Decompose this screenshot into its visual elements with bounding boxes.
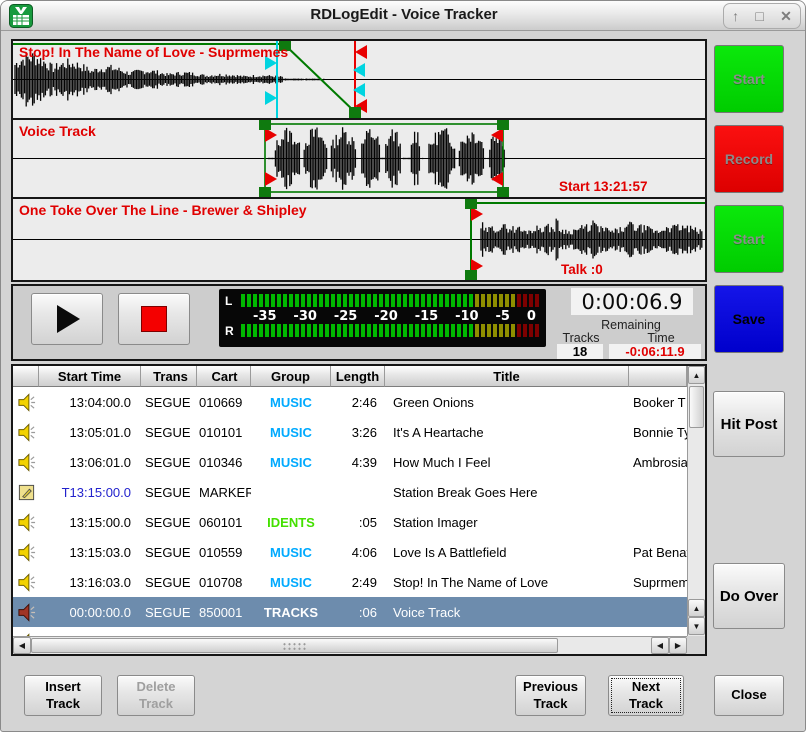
meter-right-segments	[241, 324, 541, 337]
start-handle-icon	[265, 172, 277, 186]
remaining-label: Remaining	[561, 318, 701, 332]
marker-note-icon	[17, 483, 36, 502]
audio-cart-icon	[17, 423, 36, 442]
col-start-time[interactable]: Start Time	[39, 366, 141, 387]
track-music-incoming[interactable]: One Toke Over The Line - Brewer & Shiple…	[13, 199, 705, 280]
time-remaining-value: -0:06:11.9	[609, 344, 701, 359]
maximize-icon[interactable]: □	[755, 9, 763, 23]
track-music-outgoing[interactable]: Stop! In The Name of Love - Suprmemes	[13, 41, 705, 118]
col-title[interactable]: Title	[385, 366, 629, 387]
scroll-left-icon[interactable]: ◀	[13, 637, 31, 654]
record-button[interactable]: Record	[714, 125, 784, 193]
audio-cart-icon	[17, 573, 36, 592]
col-group[interactable]: Group	[251, 366, 331, 387]
track-title: Stop! In The Name of Love - Suprmemes	[19, 44, 288, 60]
stop-button[interactable]	[118, 293, 190, 345]
horizontal-scroll-thumb[interactable]	[31, 638, 558, 653]
log-table-body: 13:04:00.0 SEGUE 010669 MUSIC 2:46 Green…	[13, 387, 687, 636]
thumb-grip	[282, 642, 308, 651]
transport-panel: L -35 -30 -25 -20 -15 -10 -5 0 R 0:00:06…	[11, 284, 707, 361]
scroll-right-icon[interactable]: ▶	[669, 637, 687, 654]
region-handle	[465, 199, 477, 209]
col-trans[interactable]: Trans	[141, 366, 197, 387]
meter-left-segments	[241, 294, 541, 307]
next-track-button[interactable]: Next Track	[608, 675, 684, 716]
start-button-1[interactable]: Start	[714, 45, 784, 113]
scrollbar-corner	[687, 636, 705, 654]
region-handle	[497, 120, 509, 130]
log-row-5[interactable]: 13:15:00.0 SEGUE 060101 IDENTS :05 Stati…	[13, 507, 687, 537]
log-row-3[interactable]: 13:06:01.0 SEGUE 010346 MUSIC 4:39 How M…	[13, 447, 687, 477]
col-artist[interactable]	[629, 366, 687, 387]
scroll-down-icon[interactable]: ▼	[688, 617, 705, 635]
start-time-annotation: Start 13:21:57	[559, 179, 648, 194]
region-handle	[465, 270, 477, 280]
elapsed-time-display: 0:00:06.9	[571, 288, 693, 315]
start-handle-icon	[471, 207, 483, 221]
meter-channel-right: R	[223, 324, 241, 338]
talk-annotation: Talk :0	[561, 262, 603, 277]
title-bar[interactable]: RDLogEdit - Voice Tracker ↑ □ ✕	[1, 1, 806, 31]
fade-handle	[349, 107, 361, 118]
vertical-scrollbar[interactable]: ▲ ▲ ▼	[687, 366, 705, 636]
close-button[interactable]: Close	[714, 675, 784, 716]
level-meter: L -35 -30 -25 -20 -15 -10 -5 0 R	[219, 289, 546, 347]
save-button[interactable]: Save	[714, 285, 784, 353]
audio-cart-icon	[17, 393, 36, 412]
play-button[interactable]	[31, 293, 103, 345]
insert-track-button[interactable]: Insert Track	[24, 675, 102, 716]
scroll-up-icon[interactable]: ▲	[688, 599, 705, 617]
window-title: RDLogEdit - Voice Tracker	[1, 6, 806, 23]
end-handle-icon	[355, 45, 367, 59]
previous-track-button[interactable]: Previous Track	[515, 675, 586, 716]
audio-cart-icon	[17, 513, 36, 532]
voice-tracker-window: RDLogEdit - Voice Tracker ↑ □ ✕	[0, 0, 806, 732]
hit-post-button[interactable]: Hit Post	[713, 391, 785, 457]
audio-cart-icon	[17, 543, 36, 562]
tracks-remaining-value: 18	[557, 344, 603, 359]
start-handle-icon	[265, 128, 277, 142]
window-controls: ↑ □ ✕	[723, 3, 801, 29]
log-table-header: Start Time Trans Cart Group Length Title	[13, 366, 687, 387]
log-row-7[interactable]: 13:16:03.0 SEGUE 010708 MUSIC 2:49 Stop!…	[13, 567, 687, 597]
start-button-2[interactable]: Start	[714, 205, 784, 273]
tracks-label: Tracks	[553, 331, 609, 345]
vertical-scroll-thumb[interactable]	[689, 386, 704, 428]
cue-handle-icon	[265, 91, 277, 105]
log-row-4-marker[interactable]: T13:15:00.0 SEGUE MARKER Station Break G…	[13, 477, 687, 507]
region-handle	[259, 120, 271, 130]
audio-cart-icon	[17, 453, 36, 472]
shade-icon[interactable]: ↑	[732, 9, 739, 23]
log-row-8-selected[interactable]: 00:00:00.0 SEGUE 850001 TRACKS :06 Voice…	[13, 597, 687, 627]
col-length[interactable]: Length	[331, 366, 385, 387]
delete-track-button[interactable]: Delete Track	[117, 675, 195, 716]
close-icon[interactable]: ✕	[780, 9, 792, 23]
scroll-up-icon[interactable]: ▲	[688, 366, 705, 384]
time-label: Time	[633, 331, 689, 345]
track-title: One Toke Over The Line - Brewer & Shiple…	[19, 202, 307, 218]
track-voice[interactable]: Voice Track Start 13:21:57	[13, 120, 705, 197]
region-handle	[497, 187, 509, 197]
scroll-left-icon[interactable]: ◀	[651, 637, 669, 654]
region-handle	[259, 187, 271, 197]
col-cart[interactable]: Cart	[197, 366, 251, 387]
log-row-1[interactable]: 13:04:00.0 SEGUE 010669 MUSIC 2:46 Green…	[13, 387, 687, 417]
log-row-2[interactable]: 13:05:01.0 SEGUE 010101 MUSIC 3:26 It's …	[13, 417, 687, 447]
col-icon[interactable]	[13, 366, 39, 387]
stop-icon	[141, 306, 167, 332]
log-table: Start Time Trans Cart Group Length Title…	[11, 364, 707, 656]
track-title: Voice Track	[19, 123, 96, 139]
log-row-6[interactable]: 13:15:03.0 SEGUE 010559 MUSIC 4:06 Love …	[13, 537, 687, 567]
horizontal-scrollbar[interactable]: ◀ ◀ ▶	[13, 636, 687, 654]
do-over-button[interactable]: Do Over	[713, 563, 785, 629]
play-icon	[52, 304, 82, 334]
meter-channel-left: L	[223, 294, 241, 308]
log-row-9[interactable]: 13:17:04.0 SEGUE 010175 MUSIC 3:17 One T…	[13, 627, 687, 636]
waveform-panel: Stop! In The Name of Love - Suprmemes Vo…	[11, 39, 707, 282]
meter-scale: -35 -30 -25 -20 -15 -10 -5 0	[223, 308, 546, 323]
voice-track-icon	[17, 603, 36, 622]
